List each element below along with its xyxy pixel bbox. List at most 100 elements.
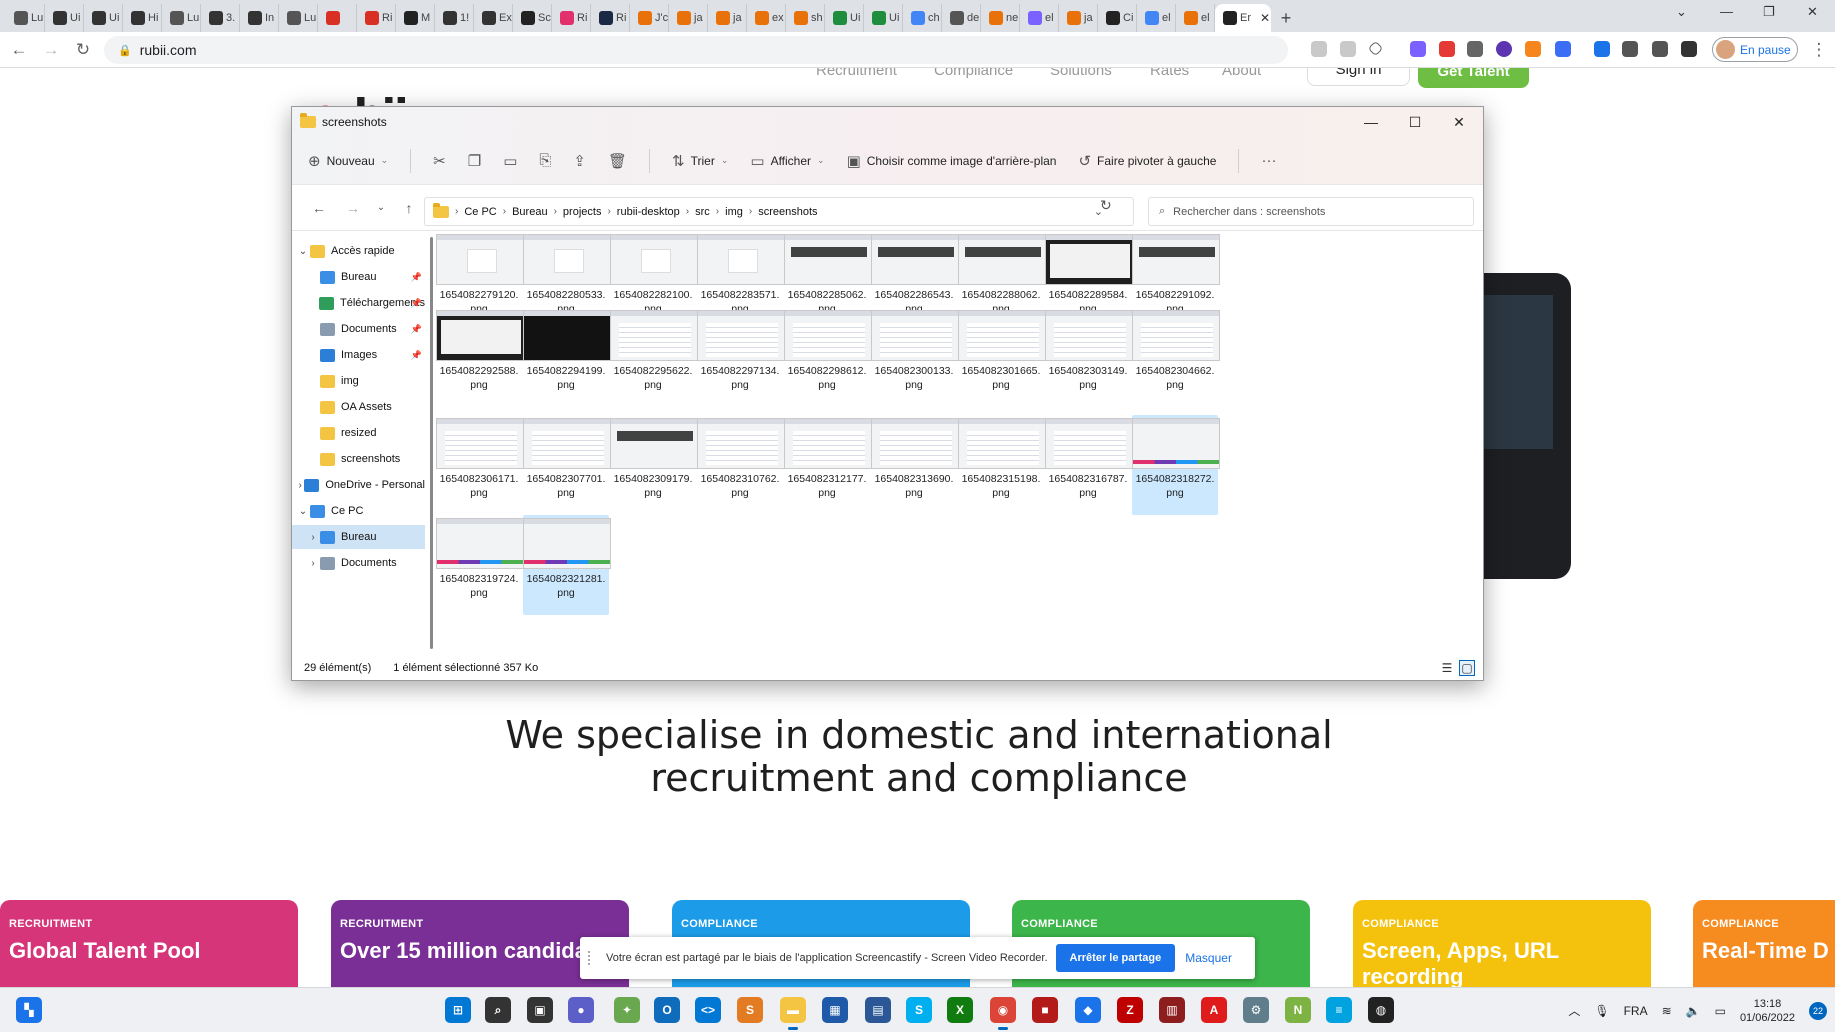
nav-item[interactable]: screenshots bbox=[292, 447, 425, 471]
side-panel-icon[interactable] bbox=[1681, 41, 1697, 57]
breadcrumb-item[interactable]: Bureau bbox=[512, 206, 547, 218]
get-talent-button[interactable]: Get Talent bbox=[1418, 68, 1529, 88]
language-indicator[interactable]: FRA bbox=[1624, 1004, 1648, 1018]
command-button[interactable]: ▭ bbox=[503, 152, 517, 170]
breadcrumb-item[interactable]: img bbox=[725, 206, 743, 218]
browser-tab[interactable]: el bbox=[1020, 4, 1059, 32]
browser-tab[interactable]: Er ✕ bbox=[1215, 4, 1271, 32]
share-icon[interactable] bbox=[1340, 41, 1356, 57]
forward-icon[interactable]: → bbox=[38, 37, 64, 63]
feature-card[interactable]: RECRUITMENT Global Talent Pool bbox=[0, 900, 298, 987]
drag-handle-icon[interactable] bbox=[588, 951, 596, 965]
browser-tab[interactable]: Ui bbox=[864, 4, 903, 32]
notification-badge[interactable]: 22 bbox=[1809, 1001, 1827, 1020]
file-item[interactable]: 1654082307701.png bbox=[523, 415, 611, 515]
file-item[interactable]: 1654082316787.png bbox=[1045, 415, 1133, 515]
taskbar-file-explorer-icon[interactable]: ▬ bbox=[780, 997, 806, 1030]
browser-tab[interactable] bbox=[318, 4, 357, 32]
tray-chevron-icon[interactable]: ︿ bbox=[1568, 1002, 1580, 1019]
browser-tab[interactable]: ex bbox=[747, 4, 786, 32]
command-button[interactable]: ❐ bbox=[468, 152, 481, 170]
recent-chevron-icon[interactable]: ⌄ bbox=[370, 202, 392, 213]
nav-item[interactable]: img bbox=[292, 369, 425, 393]
nav-item[interactable]: Documents 📌 bbox=[292, 317, 425, 341]
command-button[interactable]: ↺ Faire pivoter à gauche bbox=[1078, 152, 1216, 170]
file-item[interactable]: 1654082309179.png bbox=[610, 415, 698, 515]
expand-chevron-icon[interactable]: ⌄ bbox=[296, 506, 310, 517]
command-button[interactable]: ⇪ bbox=[573, 152, 586, 170]
command-button[interactable]: ▭ Afficher ⌄ bbox=[750, 152, 824, 170]
taskbar-app-blue-icon[interactable]: ◆ bbox=[1075, 997, 1101, 1023]
breadcrumb-item[interactable]: rubii-desktop bbox=[617, 206, 680, 218]
taskbar-network-icon[interactable]: ▤ bbox=[865, 997, 891, 1023]
nav-item[interactable]: ⌄ Accès rapide bbox=[292, 239, 425, 263]
browser-tab[interactable]: Lu bbox=[162, 4, 201, 32]
puzzle-icon[interactable] bbox=[1622, 41, 1638, 57]
breadcrumb-item[interactable]: projects bbox=[563, 206, 602, 218]
extension-blue-icon[interactable] bbox=[1594, 41, 1610, 57]
taskbar-widgets-icon[interactable]: ▚ bbox=[16, 997, 42, 1023]
browser-tab[interactable]: ne bbox=[981, 4, 1020, 32]
extension-camera-icon[interactable] bbox=[1467, 41, 1483, 57]
browser-tab[interactable]: Sc bbox=[513, 4, 552, 32]
reading-list-icon[interactable] bbox=[1652, 41, 1668, 57]
command-button[interactable]: ⇅ Trier ⌄ bbox=[672, 152, 728, 170]
breadcrumb-item[interactable]: src bbox=[695, 206, 710, 218]
expand-chevron-icon[interactable]: › bbox=[306, 532, 320, 543]
browser-tab[interactable]: ch bbox=[903, 4, 942, 32]
nav-rates[interactable]: Rates bbox=[1150, 68, 1189, 79]
taskbar-notepad-plus-icon[interactable]: N bbox=[1285, 997, 1311, 1023]
minimize-icon[interactable]: — bbox=[1349, 107, 1393, 137]
browser-tab[interactable]: 3. bbox=[201, 4, 240, 32]
expand-chevron-icon[interactable]: › bbox=[296, 480, 304, 491]
taskbar-teams-chat-icon[interactable]: ● bbox=[568, 997, 594, 1023]
new-tab-button[interactable]: + bbox=[1271, 4, 1301, 32]
forward-arrow-icon[interactable]: → bbox=[336, 200, 370, 216]
file-item[interactable]: 1654082319724.png bbox=[436, 515, 524, 615]
browser-tab[interactable]: Lu bbox=[279, 4, 318, 32]
file-item[interactable]: 1654082292588.png bbox=[436, 307, 524, 407]
file-item[interactable]: 1654082304662.png bbox=[1132, 307, 1220, 407]
taskbar-filezilla-icon[interactable]: Z bbox=[1117, 997, 1143, 1023]
maximize-icon[interactable]: ☐ bbox=[1393, 107, 1437, 137]
wifi-icon[interactable]: ≋ bbox=[1662, 1004, 1672, 1018]
browser-tab[interactable]: Ex bbox=[474, 4, 513, 32]
refresh-icon[interactable]: ↻ bbox=[1100, 197, 1112, 214]
nav-item[interactable]: Bureau 📌 bbox=[292, 265, 425, 289]
nav-item[interactable]: Téléchargements 📌 bbox=[292, 291, 425, 315]
taskbar-obs-icon[interactable]: ◍ bbox=[1368, 997, 1394, 1023]
file-item[interactable]: 1654082310762.png bbox=[697, 415, 785, 515]
browser-tab[interactable]: de bbox=[942, 4, 981, 32]
minimize-browser-button[interactable]: — bbox=[1720, 4, 1733, 19]
taskbar-acrobat-icon[interactable]: A bbox=[1201, 997, 1227, 1023]
browser-tab[interactable]: el bbox=[1137, 4, 1176, 32]
translate-icon[interactable] bbox=[1311, 41, 1327, 57]
nav-item[interactable]: › Bureau bbox=[292, 525, 425, 549]
nav-item[interactable]: ⌄ Ce PC bbox=[292, 499, 425, 523]
reload-icon[interactable]: ↻ bbox=[70, 37, 96, 63]
taskbar-winrar-icon[interactable]: ▥ bbox=[1159, 997, 1185, 1023]
file-item[interactable]: 1654082297134.png bbox=[697, 307, 785, 407]
extension-purple-icon[interactable] bbox=[1496, 41, 1512, 57]
taskbar-vscode-icon[interactable]: <> bbox=[695, 997, 721, 1023]
browser-tab[interactable]: Ri bbox=[552, 4, 591, 32]
browser-tab[interactable]: ja bbox=[669, 4, 708, 32]
nav-item[interactable]: resized bbox=[292, 421, 425, 445]
clock[interactable]: 13:18 01/06/2022 bbox=[1740, 997, 1795, 1025]
address-bar[interactable]: 🔒 rubii.com bbox=[104, 36, 1288, 64]
command-button[interactable]: ✂ bbox=[433, 152, 446, 170]
browser-tab[interactable]: M bbox=[396, 4, 435, 32]
file-item[interactable]: 1654082298612.png bbox=[784, 307, 872, 407]
taskbar-app-red-icon[interactable]: ■ bbox=[1032, 997, 1058, 1023]
nav-recruitment[interactable]: Recruitment bbox=[816, 68, 897, 79]
command-button[interactable]: ··· bbox=[1261, 152, 1276, 169]
command-button[interactable]: 🗑 bbox=[608, 152, 627, 170]
browser-tab[interactable]: Lu bbox=[6, 4, 45, 32]
browser-tab[interactable]: Ri bbox=[591, 4, 630, 32]
browser-tab[interactable]: Ui bbox=[45, 4, 84, 32]
file-item[interactable]: 1654082303149.png bbox=[1045, 307, 1133, 407]
file-item[interactable]: 1654082318272.png bbox=[1132, 415, 1220, 515]
expand-chevron-icon[interactable]: ⌄ bbox=[296, 246, 310, 257]
command-button[interactable]: ▣ Choisir comme image d'arrière-plan bbox=[847, 152, 1057, 170]
maximize-browser-button[interactable]: ❐ bbox=[1763, 4, 1775, 20]
